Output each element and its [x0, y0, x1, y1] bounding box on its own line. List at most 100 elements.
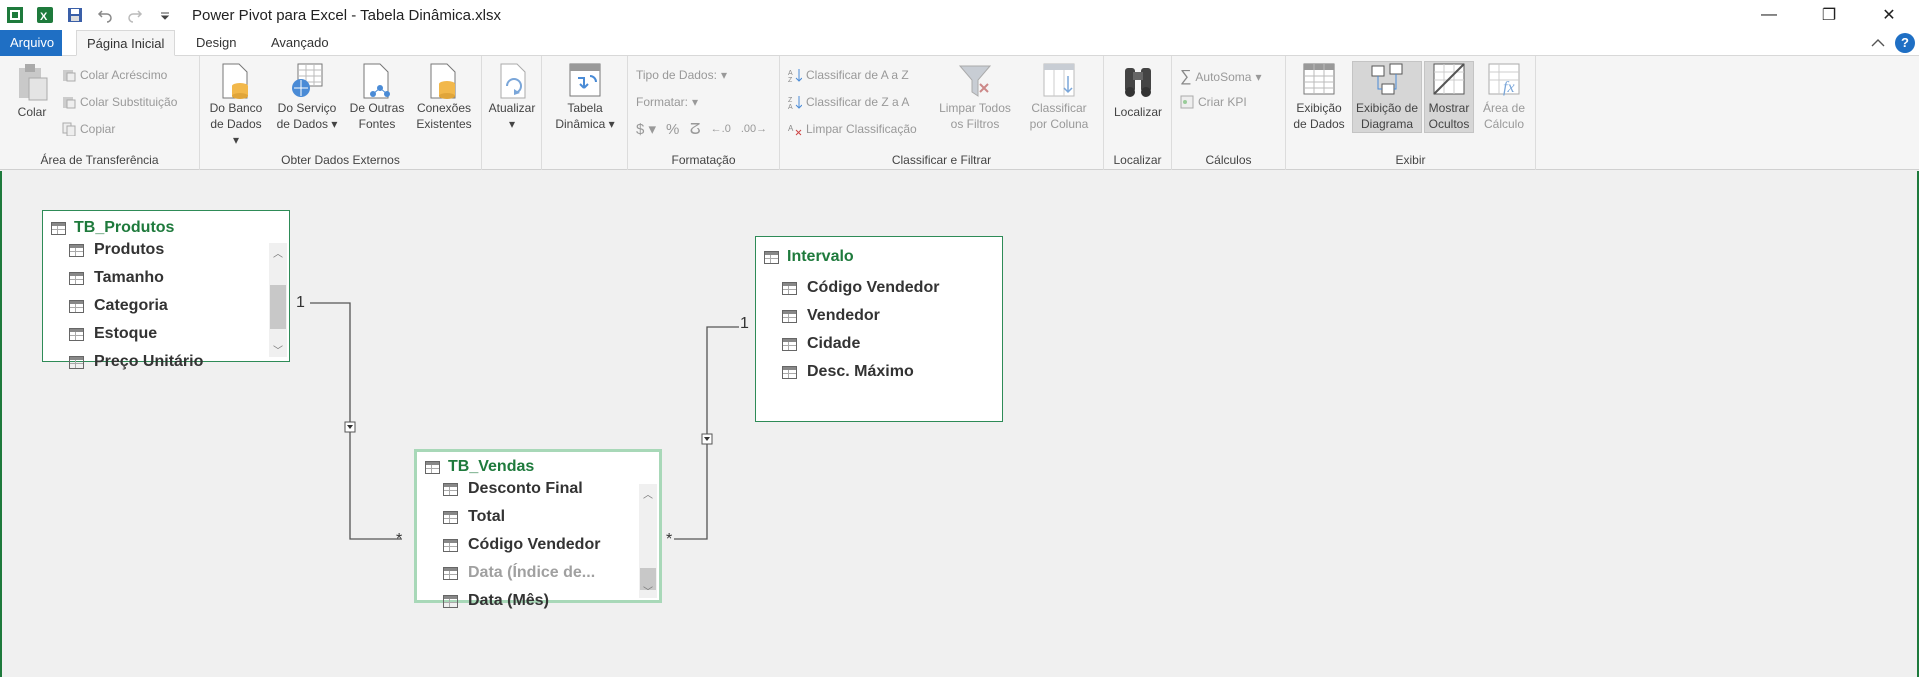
decrease-decimal-icon[interactable]: .00→: [741, 123, 767, 135]
clear-all-filters-label-2: os Filtros: [950, 117, 1000, 131]
autosum-chevron-icon: ▾: [1255, 70, 1262, 84]
table-column[interactable]: Código Vendedor: [417, 531, 659, 559]
scrollbar-thumb[interactable]: [270, 285, 286, 329]
existing-connections-button[interactable]: Conexões Existentes: [412, 62, 476, 132]
clipboard-group-label: Área de Transferência: [40, 153, 159, 167]
tab-design[interactable]: Design: [186, 30, 246, 56]
refresh-dropdown-icon[interactable]: ▾: [484, 116, 540, 132]
tab-advanced[interactable]: Avançado: [261, 30, 339, 56]
copy-icon: [62, 122, 76, 137]
find-button[interactable]: Localizar: [1108, 62, 1168, 120]
pivot-table-button[interactable]: Tabela Dinâmica ▾: [550, 62, 620, 132]
table-header[interactable]: Intervalo: [756, 246, 1002, 268]
sort-a-z-button[interactable]: AZ Classificar de A a Z: [788, 68, 909, 84]
customize-qat-icon[interactable]: [155, 5, 175, 25]
diagram-view-button[interactable]: Exibição de Diagrama: [1352, 61, 1422, 133]
svg-text:A: A: [788, 124, 794, 133]
column-name: Código Vendedor: [468, 536, 601, 553]
table-column[interactable]: Produtos: [43, 236, 289, 264]
scroll-up-icon[interactable]: ︿: [639, 486, 657, 501]
table-column[interactable]: Estoque: [43, 320, 289, 348]
create-kpi-button[interactable]: Criar KPI: [1180, 95, 1247, 109]
table-tb-produtos[interactable]: TB_Produtos Produtos Tamanho Categoria E…: [42, 210, 290, 370]
restore-button[interactable]: ❐: [1799, 0, 1859, 30]
scroll-down-icon[interactable]: ﹀: [639, 583, 657, 598]
table-column[interactable]: Categoria: [43, 292, 289, 320]
table-column-hidden[interactable]: Data (Índice de...: [417, 559, 659, 587]
number-format-row: $ ▾ % ⵒ ←.0 .00→: [636, 120, 767, 139]
relationship-intervalo-vendas[interactable]: [674, 326, 739, 540]
refresh-label: Atualizar: [488, 101, 536, 115]
formatting-group: Tipo de Dados: ▾ Formatar: ▾ $ ▾ % ⵒ ←.0…: [628, 56, 780, 170]
paste-append-icon: [62, 68, 76, 82]
from-data-service-label-1: Do Serviço: [277, 101, 337, 115]
help-icon[interactable]: ?: [1895, 33, 1915, 53]
show-hidden-button[interactable]: Mostrar Ocultos: [1424, 61, 1474, 133]
clear-all-filters-button[interactable]: Limpar Todos os Filtros: [932, 62, 1018, 132]
column-icon: [69, 355, 84, 369]
refresh-button[interactable]: Atualizar ▾: [484, 62, 540, 132]
column-icon: [443, 482, 458, 496]
save-icon[interactable]: [65, 5, 85, 25]
from-data-service-button[interactable]: Do Serviço de Dados ▾: [274, 62, 340, 132]
currency-icon[interactable]: $ ▾: [636, 120, 656, 138]
paste-replace-button[interactable]: Colar Substituição: [62, 95, 177, 109]
data-view-label-1: Exibição: [1296, 101, 1342, 115]
table-column[interactable]: Data (Mês): [417, 587, 659, 615]
table-column[interactable]: Vendedor: [756, 302, 1002, 330]
table-column[interactable]: Tamanho: [43, 264, 289, 292]
tab-file[interactable]: Arquivo: [0, 30, 62, 56]
autosum-button[interactable]: ∑ AutoSoma ▾: [1180, 68, 1261, 86]
external-data-group-label: Obter Dados Externos: [281, 153, 400, 167]
table-column[interactable]: Total: [417, 503, 659, 531]
diagram-view-label-2: Diagrama: [1360, 117, 1414, 131]
table-tb-vendas[interactable]: TB_Vendas Desconto Final Total Código Ve…: [414, 449, 662, 609]
format-label: Formatar:: [636, 95, 689, 109]
other-sources-button[interactable]: De Outras Fontes: [346, 62, 408, 132]
scroll-up-icon[interactable]: ︿: [269, 245, 287, 260]
format-dropdown[interactable]: Formatar: ▾: [636, 95, 698, 109]
table-column[interactable]: Desconto Final: [417, 475, 659, 503]
from-database-button[interactable]: Do Banco de Dados ▾: [206, 62, 266, 148]
sort-z-a-label: Classificar de Z a A: [806, 95, 910, 109]
minimize-button[interactable]: —: [1739, 0, 1799, 30]
comma-icon[interactable]: ⵒ: [689, 120, 700, 138]
calculation-area-button[interactable]: fx Área de Cálculo: [1476, 62, 1532, 132]
create-kpi-label: Criar KPI: [1198, 95, 1247, 109]
sort-z-a-button[interactable]: ZA Classificar de Z a A: [788, 95, 910, 111]
diagram-canvas[interactable]: 1 * 1 * TB_Produtos Produtos Tamanho Cat…: [0, 171, 1919, 677]
redo-icon[interactable]: [125, 5, 145, 25]
table-column[interactable]: Desc. Máximo: [756, 358, 1002, 386]
table-scrollbar[interactable]: ︿ ﹀: [269, 243, 287, 357]
paste-append-button[interactable]: Colar Acréscimo: [62, 68, 167, 82]
paste-button[interactable]: Colar: [8, 62, 56, 120]
clear-sort-button[interactable]: A Limpar Classificação: [788, 122, 917, 136]
clear-filter-icon: [958, 62, 992, 97]
percent-icon[interactable]: %: [666, 121, 679, 138]
sort-by-column-button[interactable]: Classificar por Coluna: [1020, 62, 1098, 132]
data-type-dropdown[interactable]: Tipo de Dados: ▾: [636, 68, 727, 82]
increase-decimal-icon[interactable]: ←.0: [711, 123, 731, 135]
scroll-down-icon[interactable]: ﹀: [269, 342, 287, 357]
table-column[interactable]: Preço Unitário: [43, 348, 289, 376]
copy-label: Copiar: [80, 122, 116, 136]
table-intervalo[interactable]: Intervalo Código Vendedor Vendedor Cidad…: [755, 236, 1003, 422]
collapse-ribbon-icon[interactable]: [1871, 38, 1885, 48]
svg-text:A: A: [788, 70, 793, 77]
table-scrollbar[interactable]: ︿ ﹀: [639, 484, 657, 598]
calculations-group: ∑ AutoSoma ▾ Criar KPI Cálculos: [1172, 56, 1286, 170]
close-button[interactable]: ✕: [1859, 0, 1919, 30]
tab-home[interactable]: Página Inicial: [76, 30, 176, 56]
column-name: Data (Mês): [468, 592, 549, 609]
undo-icon[interactable]: [95, 5, 115, 25]
relationship-produtos-vendas[interactable]: [310, 302, 402, 540]
from-database-label-2: de Dados ▾: [210, 117, 262, 147]
table-column[interactable]: Cidade: [756, 330, 1002, 358]
paste-replace-icon: [62, 95, 76, 109]
paste-append-label: Colar Acréscimo: [80, 68, 168, 82]
existing-connections-label-2: Existentes: [416, 117, 472, 131]
table-column[interactable]: Código Vendedor: [756, 274, 1002, 302]
copy-button[interactable]: Copiar: [62, 122, 116, 137]
excel-icon[interactable]: X: [35, 5, 55, 25]
data-view-button[interactable]: Exibição de Dados: [1290, 62, 1348, 132]
